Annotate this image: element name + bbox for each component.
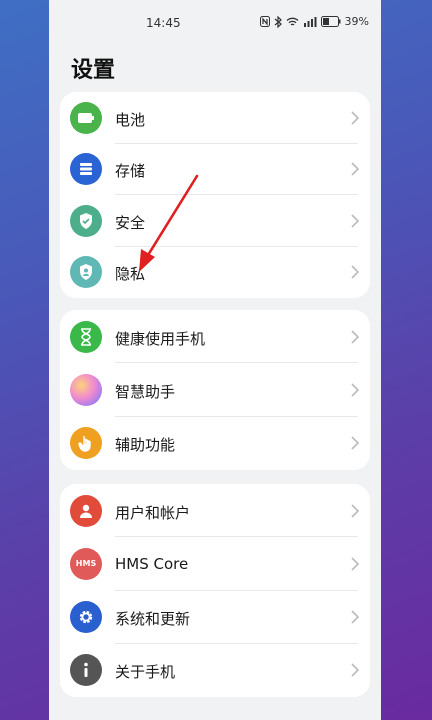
battery-icon bbox=[70, 101, 102, 134]
chevron-right-icon bbox=[351, 162, 360, 176]
chevron-right-icon bbox=[351, 610, 360, 624]
hms-icon: HMS bbox=[70, 547, 102, 580]
page-title: 设置 bbox=[71, 58, 116, 83]
settings-item-label: 辅助功能 bbox=[115, 436, 176, 455]
phone-screen: 14:45 39% 设置 电池 存储 安全 隐私 健康使用手机 智慧助手 辅助功… bbox=[49, 0, 381, 720]
chevron-right-icon bbox=[351, 383, 360, 397]
settings-item-battery[interactable]: 电池 bbox=[60, 92, 370, 144]
info-icon bbox=[70, 654, 102, 687]
settings-item-storage[interactable]: 存储 bbox=[60, 144, 370, 195]
settings-item-label: 存储 bbox=[115, 162, 146, 181]
settings-item-digital-balance[interactable]: 健康使用手机 bbox=[60, 310, 370, 364]
bluetooth-icon bbox=[274, 15, 282, 28]
chevron-right-icon bbox=[351, 663, 360, 677]
settings-item-users-accounts[interactable]: 用户和帐户 bbox=[60, 484, 370, 538]
settings-item-assistant[interactable]: 智慧助手 bbox=[60, 363, 370, 417]
shield-icon bbox=[70, 204, 102, 237]
chevron-right-icon bbox=[351, 330, 360, 344]
settings-item-label: 系统和更新 bbox=[115, 610, 191, 629]
chevron-right-icon bbox=[351, 504, 360, 518]
settings-item-accessibility[interactable]: 辅助功能 bbox=[60, 417, 370, 470]
wifi-icon bbox=[286, 17, 298, 26]
privacy-icon bbox=[70, 256, 102, 289]
settings-item-security[interactable]: 安全 bbox=[60, 195, 370, 247]
battery-percent: 39% bbox=[344, 15, 369, 28]
nfc-icon bbox=[259, 16, 270, 27]
chevron-right-icon bbox=[351, 436, 360, 450]
settings-item-label: 隐私 bbox=[115, 265, 146, 284]
status-time: 14:45 bbox=[146, 16, 181, 30]
storage-icon bbox=[70, 153, 102, 186]
settings-group-1: 电池 存储 安全 隐私 bbox=[60, 92, 370, 298]
hms-badge-text: HMS bbox=[75, 559, 97, 569]
settings-item-hms-core[interactable]: HMS HMS Core bbox=[60, 537, 370, 591]
settings-item-label: 智慧助手 bbox=[115, 382, 176, 401]
signal-icon bbox=[303, 17, 317, 27]
status-icons: 39% bbox=[259, 15, 369, 28]
settings-group-3: 用户和帐户 HMS HMS Core 系统和更新 关于手机 bbox=[60, 484, 370, 697]
settings-item-label: 关于手机 bbox=[115, 663, 176, 682]
chevron-right-icon bbox=[351, 214, 360, 228]
settings-item-label: 电池 bbox=[115, 110, 146, 129]
settings-item-label: 安全 bbox=[115, 213, 146, 232]
assistant-icon bbox=[70, 373, 102, 406]
settings-item-label: HMS Core bbox=[115, 554, 189, 573]
settings-item-about-phone[interactable]: 关于手机 bbox=[60, 644, 370, 697]
settings-item-label: 用户和帐户 bbox=[115, 503, 191, 522]
status-bar: 14:45 39% bbox=[49, 0, 381, 46]
settings-item-privacy[interactable]: 隐私 bbox=[60, 247, 370, 299]
battery-icon bbox=[320, 16, 341, 27]
settings-group-2: 健康使用手机 智慧助手 辅助功能 bbox=[60, 310, 370, 470]
settings-item-label: 健康使用手机 bbox=[115, 329, 206, 348]
chevron-right-icon bbox=[351, 265, 360, 279]
hourglass-icon bbox=[70, 320, 102, 353]
gear-icon bbox=[70, 601, 102, 634]
settings-item-system-updates[interactable]: 系统和更新 bbox=[60, 591, 370, 644]
chevron-right-icon bbox=[351, 557, 360, 571]
user-icon bbox=[70, 494, 102, 527]
hand-icon bbox=[70, 427, 102, 460]
chevron-right-icon bbox=[351, 111, 360, 125]
